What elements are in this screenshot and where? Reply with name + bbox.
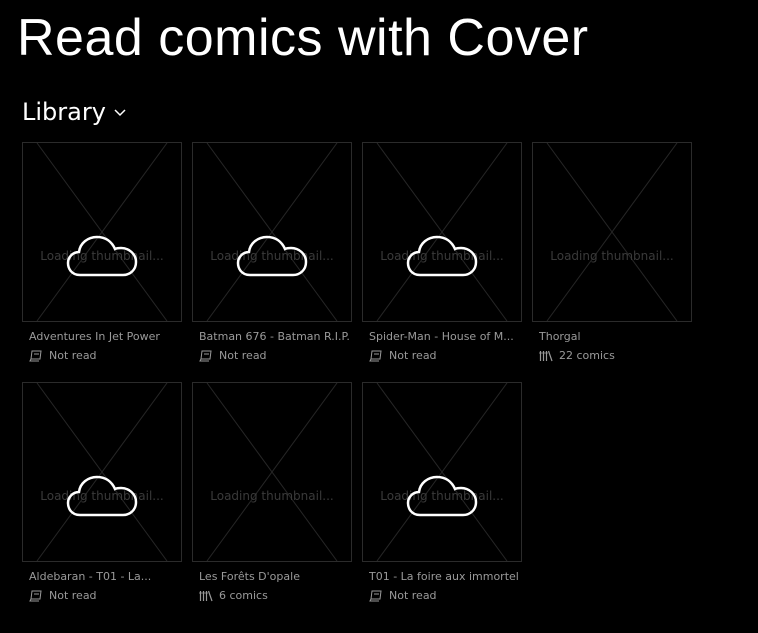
status-text: Not read (49, 349, 97, 362)
comic-tile[interactable]: Loading thumbnail... T01 - La foire aux … (362, 382, 522, 612)
collection-title: Thorgal (539, 330, 581, 343)
thumbnail-placeholder: Loading thumbnail... (22, 382, 182, 562)
comic-tile[interactable]: Loading thumbnail... Aldebaran - T01 - L… (22, 382, 182, 612)
thumbnail-placeholder: Loading thumbnail... (362, 382, 522, 562)
comic-title: Spider-Man - House of M... (369, 330, 514, 343)
comic-title: Aldebaran - T01 - La... (29, 570, 152, 583)
thumbnail-placeholder: Loading thumbnail... (192, 382, 352, 562)
read-status: Not read (369, 589, 437, 602)
library-dropdown[interactable]: Library (22, 96, 127, 128)
cloud-icon (236, 235, 308, 277)
book-icon (199, 350, 212, 361)
status-text: 22 comics (559, 349, 615, 362)
cloud-icon (66, 475, 138, 517)
book-icon (29, 590, 42, 601)
comic-title: Batman 676 - Batman R.I.P.... (199, 330, 349, 343)
status-text: Not read (219, 349, 267, 362)
placeholder-cross-icon (36, 143, 168, 321)
comic-title: T01 - La foire aux immortels (369, 570, 519, 583)
read-status: Not read (369, 349, 437, 362)
collection-count: 6 comics (199, 589, 268, 602)
cloud-icon (406, 475, 478, 517)
chevron-down-icon (114, 109, 126, 117)
status-text: Not read (389, 349, 437, 362)
collection-tile[interactable]: Loading thumbnail... Les Forêts D'opale … (192, 382, 352, 612)
cloud-icon (66, 235, 138, 277)
placeholder-cross-icon (36, 383, 168, 561)
loading-text: Loading thumbnail... (210, 489, 334, 503)
book-icon (369, 590, 382, 601)
status-text: 6 comics (219, 589, 268, 602)
placeholder-cross-icon (546, 143, 678, 321)
placeholder-cross-icon (206, 143, 338, 321)
comic-title: Adventures In Jet Power (29, 330, 160, 343)
placeholder-cross-icon (206, 383, 338, 561)
loading-text: Loading thumbnail... (550, 249, 674, 263)
collection-icon (539, 350, 553, 361)
thumbnail-placeholder: Loading thumbnail... (362, 142, 522, 322)
read-status: Not read (199, 349, 267, 362)
placeholder-cross-icon (376, 383, 508, 561)
thumbnail-placeholder: Loading thumbnail... (22, 142, 182, 322)
read-status: Not read (29, 589, 97, 602)
collection-count: 22 comics (539, 349, 615, 362)
collection-tile[interactable]: Loading thumbnail... Thorgal 22 comics (532, 142, 692, 372)
library-dropdown-label: Library (22, 98, 106, 126)
comic-tile[interactable]: Loading thumbnail... Batman 676 - Batman… (192, 142, 352, 372)
status-text: Not read (389, 589, 437, 602)
app-title: Read comics with Cover (17, 9, 589, 67)
status-text: Not read (49, 589, 97, 602)
read-status: Not read (29, 349, 97, 362)
thumbnail-placeholder: Loading thumbnail... (192, 142, 352, 322)
comic-tile[interactable]: Loading thumbnail... Spider-Man - House … (362, 142, 522, 372)
placeholder-cross-icon (376, 143, 508, 321)
collection-icon (199, 590, 213, 601)
cloud-icon (406, 235, 478, 277)
thumbnail-placeholder: Loading thumbnail... (532, 142, 692, 322)
book-icon (29, 350, 42, 361)
app-window: Read comics with Cover Library Loading t… (0, 0, 758, 633)
comic-tile[interactable]: Loading thumbnail... Adventures In Jet P… (22, 142, 182, 372)
collection-title: Les Forêts D'opale (199, 570, 300, 583)
book-icon (369, 350, 382, 361)
